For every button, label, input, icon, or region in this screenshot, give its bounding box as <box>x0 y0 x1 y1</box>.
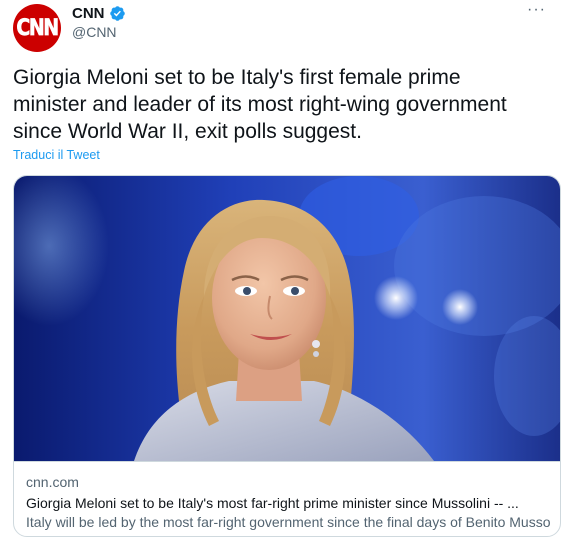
translate-tweet-link[interactable]: Traduci il Tweet <box>13 148 100 162</box>
author-name-row: CNN <box>72 5 126 22</box>
card-meta[interactable]: cnn.com Giorgia Meloni set to be Italy's… <box>14 461 560 536</box>
verified-badge-icon <box>109 6 125 21</box>
card-photo <box>14 176 560 461</box>
tweet-text: Giorgia Meloni set to be Italy's first f… <box>13 66 507 143</box>
author-handle[interactable]: @CNN <box>72 24 117 40</box>
author-display-name[interactable]: CNN <box>72 5 105 22</box>
card-title: Giorgia Meloni set to be Italy's most fa… <box>26 495 519 511</box>
more-horizontal-icon: ··· <box>527 1 546 18</box>
more-options-button[interactable]: ··· <box>527 2 546 18</box>
card-domain: cnn.com <box>26 474 79 490</box>
avatar[interactable]: CNN <box>13 4 61 52</box>
cnn-logo: CNN <box>16 15 59 41</box>
card-image[interactable] <box>14 176 560 461</box>
card-description: Italy will be led by the most far-right … <box>26 514 551 530</box>
tweet[interactable]: CNN CNN @CNN ··· Giorgia Meloni set to b… <box>0 0 568 537</box>
link-preview-card[interactable]: cnn.com Giorgia Meloni set to be Italy's… <box>13 175 561 537</box>
